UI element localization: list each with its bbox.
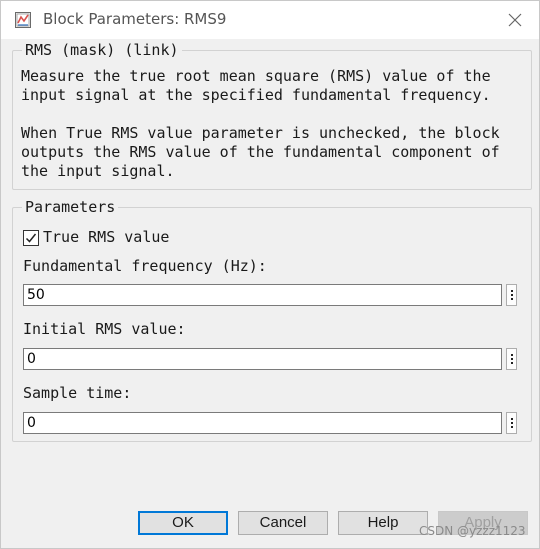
- cancel-button[interactable]: Cancel: [238, 511, 328, 535]
- true-rms-checkbox[interactable]: [23, 230, 39, 246]
- fundamental-frequency-more-button[interactable]: [506, 284, 517, 306]
- sample-time-more-button[interactable]: [506, 412, 517, 434]
- help-button[interactable]: Help: [338, 511, 428, 535]
- title-bar: Block Parameters: RMS9: [1, 1, 539, 39]
- close-icon: [508, 13, 522, 27]
- initial-rms-more-button[interactable]: [506, 348, 517, 370]
- true-rms-label: True RMS value: [43, 228, 170, 246]
- simulink-block-icon: [15, 12, 31, 28]
- block-parameters-dialog: Block Parameters: RMS9 RMS (mask) (link)…: [0, 0, 540, 549]
- parameters-group: Parameters True RMS value Fundamental fr…: [12, 197, 532, 442]
- checkmark-icon: [25, 233, 37, 243]
- description-paragraph-2: When True RMS value parameter is uncheck…: [21, 124, 500, 180]
- block-description: Measure the true root mean square (RMS) …: [21, 67, 526, 181]
- description-legend: RMS (mask) (link): [22, 40, 182, 60]
- description-paragraph-1: Measure the true root mean square (RMS) …: [21, 67, 491, 104]
- ok-button[interactable]: OK: [138, 511, 228, 535]
- sample-time-input[interactable]: [23, 412, 502, 434]
- initial-rms-label: Initial RMS value:: [23, 320, 186, 338]
- fundamental-frequency-label: Fundamental frequency (Hz):: [23, 257, 267, 275]
- window-title: Block Parameters: RMS9: [43, 10, 227, 28]
- sample-time-label: Sample time:: [23, 384, 132, 402]
- close-button[interactable]: [501, 6, 529, 34]
- watermark: CSDN @yzzz1123: [419, 524, 526, 538]
- initial-rms-input[interactable]: [23, 348, 502, 370]
- fundamental-frequency-input[interactable]: [23, 284, 502, 306]
- parameters-legend: Parameters: [22, 197, 119, 217]
- description-group: RMS (mask) (link) Measure the true root …: [12, 40, 532, 190]
